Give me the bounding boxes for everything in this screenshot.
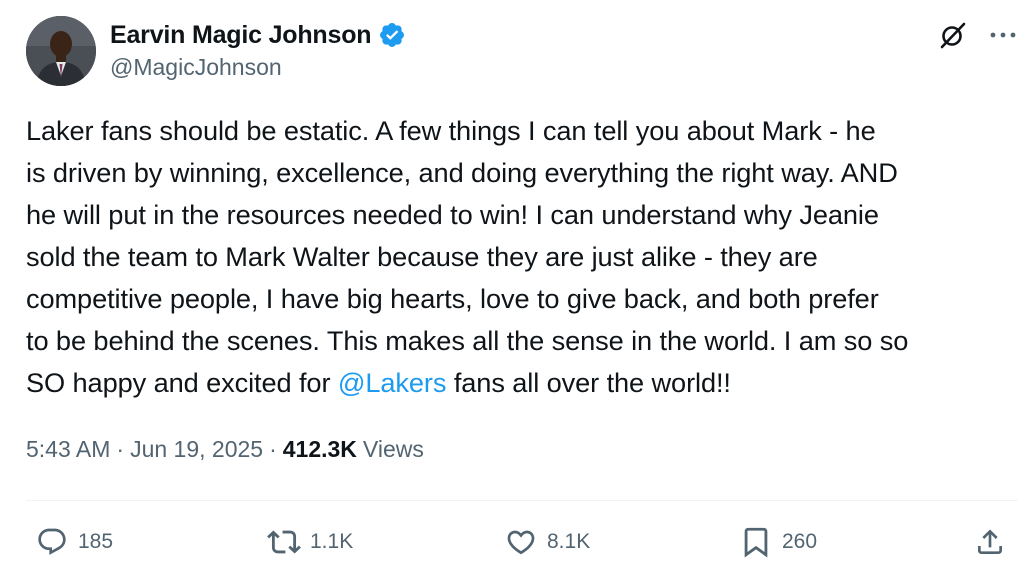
views-count: 412.3K [282, 436, 357, 462]
tweet-line-last: SO happy and excited for @Lakers fans al… [26, 362, 1022, 404]
avatar[interactable] [26, 16, 96, 86]
tweet-line: to be behind the scenes. This makes all … [26, 325, 909, 356]
bookmark-button[interactable]: 260 [738, 520, 817, 564]
like-button[interactable]: 8.1K [503, 520, 590, 564]
tweet-text: Laker fans should be estatic. A few thin… [26, 110, 1022, 404]
tweet-time[interactable]: 5:43 AM [26, 436, 110, 463]
tweet-text-segment: fans all over the world!! [446, 367, 731, 398]
bookmark-icon [738, 524, 774, 560]
header-actions [936, 18, 1018, 52]
meta-separator: · [269, 436, 277, 462]
tweet-date[interactable]: Jun 19, 2025 [130, 436, 263, 463]
repost-icon [266, 524, 302, 560]
grok-icon[interactable] [936, 18, 970, 52]
tweet-line: Laker fans should be estatic. A few thin… [26, 115, 876, 146]
mention-link[interactable]: @Lakers [338, 367, 447, 398]
tweet-text-segment: SO happy and excited for [26, 367, 338, 398]
reply-icon [34, 524, 70, 560]
tweet-line: sold the team to Mark Walter because the… [26, 241, 818, 272]
heart-icon [503, 524, 539, 560]
display-name[interactable]: Earvin Magic Johnson [110, 21, 372, 50]
author-name-row[interactable]: Earvin Magic Johnson [110, 18, 406, 52]
share-icon [972, 524, 1008, 560]
like-count: 8.1K [547, 530, 591, 553]
bookmark-count: 260 [782, 530, 818, 553]
action-bar: 185 1.1K 8.1K 260 [0, 520, 1032, 564]
repost-count: 1.1K [310, 530, 354, 553]
reply-button[interactable]: 185 [34, 520, 113, 564]
tweet-line: he will put in the resources needed to w… [26, 199, 879, 230]
more-dots-icon[interactable] [988, 20, 1018, 50]
tweet-line: is driven by winning, excellence, and do… [26, 157, 898, 188]
divider [26, 500, 1018, 501]
share-button[interactable] [972, 520, 1008, 564]
reply-count: 185 [78, 530, 114, 553]
verified-badge-icon[interactable] [378, 21, 406, 49]
meta-separator: · [116, 436, 125, 462]
repost-button[interactable]: 1.1K [266, 520, 353, 564]
tweet-meta: 5:43 AM · Jun 19, 2025 · 412.3K Views [26, 436, 424, 463]
views-label: Views [362, 436, 424, 462]
author-handle[interactable]: @MagicJohnson [110, 54, 282, 81]
tweet-line: competitive people, I have big hearts, l… [26, 283, 879, 314]
